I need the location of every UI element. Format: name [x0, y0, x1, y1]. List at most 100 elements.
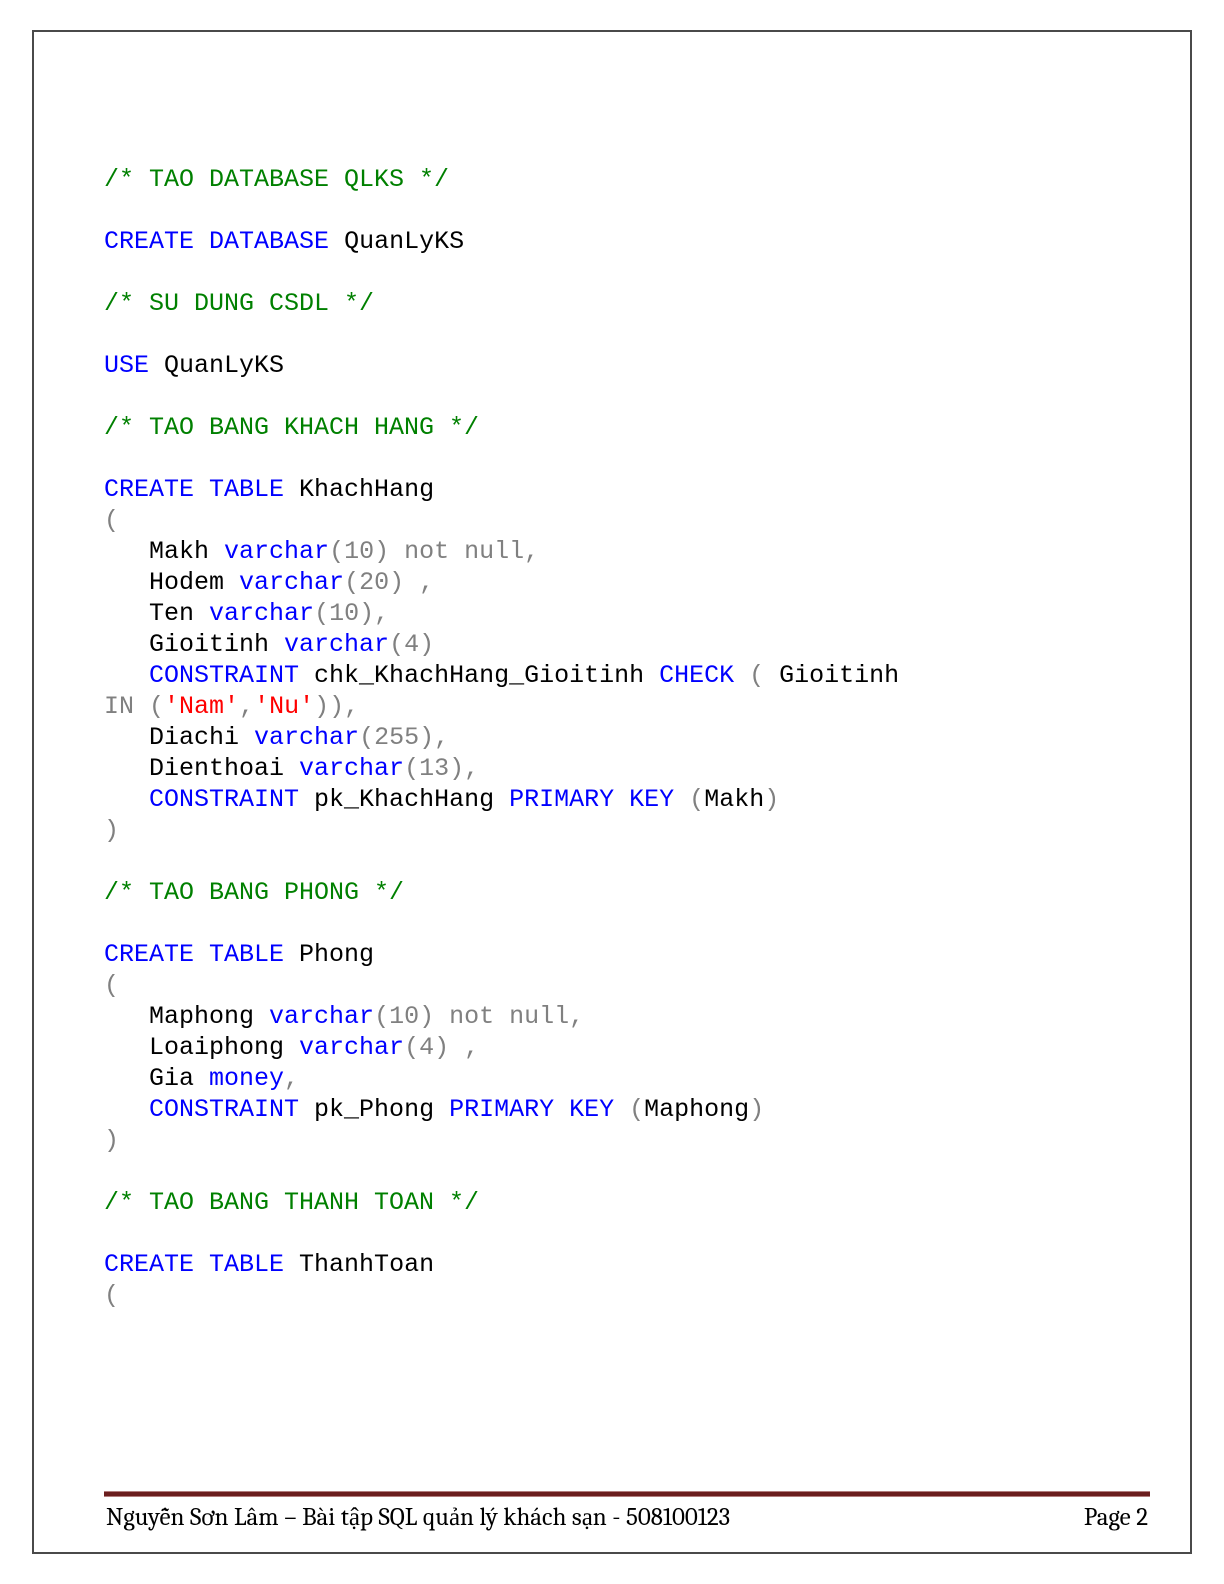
identifier: Gioitinh — [764, 661, 899, 690]
identifier: QuanLyKS — [329, 227, 464, 256]
column: Dienthoai — [104, 754, 299, 783]
comment: /* TAO BANG PHONG */ — [104, 878, 404, 907]
footer: Nguyễn Sơn Lâm – Bài tập SQL quản lý khá… — [104, 1497, 1150, 1532]
keyword-constraint: CONSTRAINT — [149, 661, 299, 690]
paren: ) — [104, 816, 119, 845]
number: 13 — [419, 754, 449, 783]
keyword-primary: PRIMARY — [449, 1095, 554, 1124]
paren: ( — [359, 723, 374, 752]
type-varchar: varchar — [299, 1033, 404, 1062]
paren: ( — [629, 1095, 644, 1124]
paren: ) — [764, 785, 779, 814]
paren: ( — [314, 599, 329, 628]
comma: , — [239, 692, 254, 721]
type-varchar: varchar — [299, 754, 404, 783]
identifier: KhachHang — [284, 475, 434, 504]
keyword-constraint: CONSTRAINT — [149, 1095, 299, 1124]
comment: /* SU DUNG CSDL */ — [104, 289, 374, 318]
paren: ( — [689, 785, 704, 814]
paren: ( — [149, 692, 164, 721]
keyword-use: USE — [104, 351, 149, 380]
comment: /* TAO BANG KHACH HANG */ — [104, 413, 479, 442]
comma: , — [284, 1064, 299, 1093]
identifier: Maphong — [644, 1095, 749, 1124]
number: 10 — [389, 1002, 419, 1031]
comma: , — [419, 568, 434, 597]
number: 20 — [359, 568, 389, 597]
paren: ( — [749, 661, 764, 690]
column: Hodem — [104, 568, 239, 597]
type-varchar: varchar — [254, 723, 359, 752]
column: Diachi — [104, 723, 254, 752]
paren-comma: ), — [359, 599, 389, 628]
keyword-database: DATABASE — [209, 227, 329, 256]
paren: ( — [404, 754, 419, 783]
paren: ( — [344, 568, 359, 597]
keyword-create: CREATE — [104, 940, 194, 969]
type-money: money — [209, 1064, 284, 1093]
paren: ) — [419, 630, 434, 659]
type-varchar: varchar — [269, 1002, 374, 1031]
constraint-name: pk_KhachHang — [299, 785, 509, 814]
comma: , — [464, 1033, 479, 1062]
comment: /* TAO DATABASE QLKS */ — [104, 165, 449, 194]
paren: ) — [389, 568, 404, 597]
constraint-name: chk_KhachHang_Gioitinh — [299, 661, 659, 690]
identifier: Makh — [704, 785, 764, 814]
keyword-check: CHECK — [659, 661, 734, 690]
paren-comma: )), — [314, 692, 359, 721]
paren: ) — [104, 1126, 119, 1155]
constraint-name: pk_Phong — [299, 1095, 449, 1124]
page: /* TAO DATABASE QLKS */ CREATE DATABASE … — [0, 0, 1224, 1584]
paren-comma: ), — [419, 723, 449, 752]
not: not — [404, 537, 449, 566]
number: 10 — [329, 599, 359, 628]
footer-page-number: Page 2 — [1084, 1503, 1148, 1532]
column: Gioitinh — [104, 630, 284, 659]
paren: ) — [434, 1033, 449, 1062]
paren-comma: ), — [449, 754, 479, 783]
keyword-create: CREATE — [104, 227, 194, 256]
keyword-table: TABLE — [209, 940, 284, 969]
column: Loaiphong — [104, 1033, 299, 1062]
type-varchar: varchar — [209, 599, 314, 628]
column: Maphong — [104, 1002, 269, 1031]
identifier: ThanhToan — [284, 1250, 434, 1279]
keyword-key: KEY — [629, 785, 674, 814]
paren: ( — [404, 1033, 419, 1062]
identifier: Phong — [284, 940, 374, 969]
column: Makh — [104, 537, 224, 566]
keyword-key: KEY — [569, 1095, 614, 1124]
type-varchar: varchar — [224, 537, 329, 566]
keyword-constraint: CONSTRAINT — [149, 785, 299, 814]
string-literal: 'Nam' — [164, 692, 239, 721]
number: 10 — [344, 537, 374, 566]
paren: ) — [419, 1002, 434, 1031]
keyword-table: TABLE — [209, 475, 284, 504]
number: 255 — [374, 723, 419, 752]
string-literal: 'Nu' — [254, 692, 314, 721]
type-varchar: varchar — [239, 568, 344, 597]
identifier: QuanLyKS — [149, 351, 284, 380]
type-varchar: varchar — [284, 630, 389, 659]
column: Ten — [104, 599, 209, 628]
paren: ( — [329, 537, 344, 566]
keyword-create: CREATE — [104, 475, 194, 504]
comment: /* TAO BANG THANH TOAN */ — [104, 1188, 479, 1217]
footer-wrap: Nguyễn Sơn Lâm – Bài tập SQL quản lý khá… — [104, 1491, 1150, 1532]
null: null, — [464, 537, 539, 566]
paren: ( — [374, 1002, 389, 1031]
null: null, — [509, 1002, 584, 1031]
paren: ( — [104, 971, 119, 1000]
footer-left: Nguyễn Sơn Lâm – Bài tập SQL quản lý khá… — [106, 1503, 730, 1532]
number: 4 — [419, 1033, 434, 1062]
keyword-table: TABLE — [209, 1250, 284, 1279]
keyword-create: CREATE — [104, 1250, 194, 1279]
not: not — [449, 1002, 494, 1031]
paren: ) — [374, 537, 389, 566]
paren: ( — [104, 506, 119, 535]
number: 4 — [404, 630, 419, 659]
paren: ( — [104, 1281, 119, 1310]
paren: ) — [749, 1095, 764, 1124]
page-frame: /* TAO DATABASE QLKS */ CREATE DATABASE … — [32, 30, 1192, 1554]
